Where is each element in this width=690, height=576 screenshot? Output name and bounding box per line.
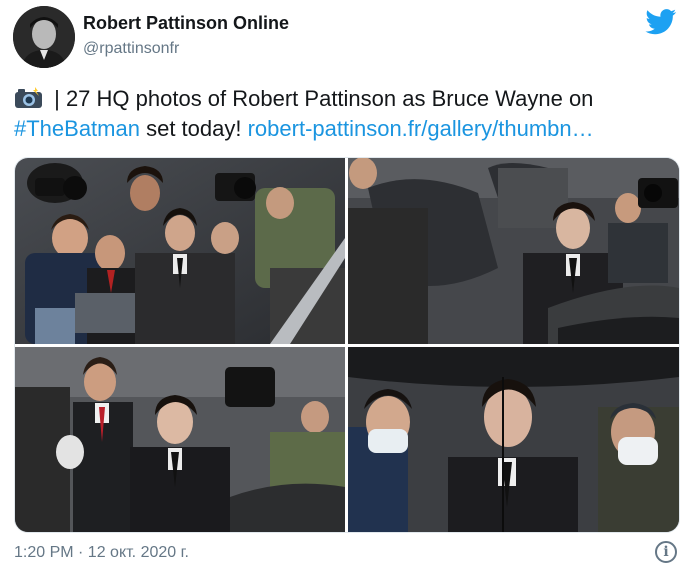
gallery-link[interactable]: robert-pattinson.fr/gallery/thumbn…	[248, 116, 594, 141]
avatar[interactable]	[13, 6, 75, 68]
tweet-body-middle: set today!	[139, 116, 248, 141]
photo-3[interactable]	[15, 347, 345, 532]
media-grid	[14, 157, 680, 533]
hashtag-link[interactable]: #TheBatman	[14, 116, 140, 141]
author-handle[interactable]: @rpattinsonfr	[83, 40, 179, 58]
info-icon[interactable]: i	[655, 541, 677, 563]
tweet-timestamp[interactable]: 1:20 PM · 12 окт. 2020 г.	[14, 544, 189, 562]
twitter-bird-icon[interactable]	[645, 9, 677, 35]
author-name[interactable]: Robert Pattinson Online	[83, 13, 289, 34]
photo-4[interactable]	[348, 347, 679, 532]
photo-2[interactable]	[348, 158, 679, 344]
photo-1[interactable]	[15, 158, 345, 344]
camera-flash-icon	[14, 87, 44, 109]
tweet-body: | 27 HQ photos of Robert Pattinson as Br…	[48, 86, 594, 111]
tweet-text: | 27 HQ photos of Robert Pattinson as Br…	[14, 84, 679, 144]
tweet-card: Robert Pattinson Online @rpattinsonfr | …	[0, 0, 690, 576]
